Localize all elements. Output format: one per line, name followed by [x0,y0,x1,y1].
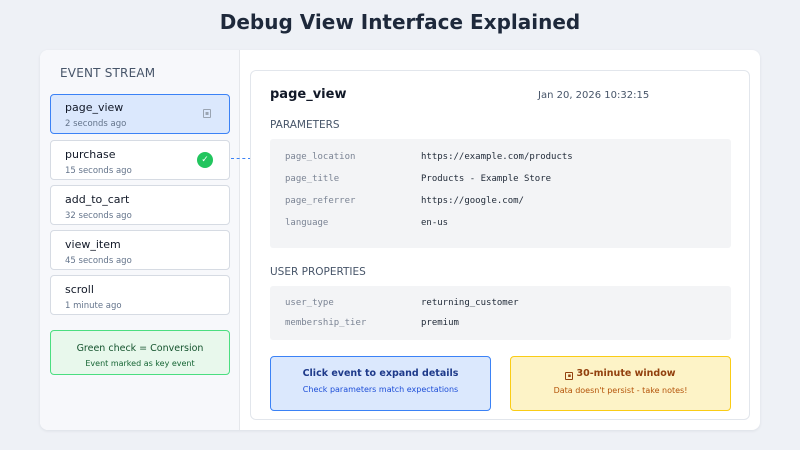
param-row: page_title Products - Example Store [285,174,715,188]
user-properties-box: user_type returning_customer membership_… [270,286,731,340]
conversion-legend: Green check = Conversion Event marked as… [50,330,230,375]
legend-subtitle: Event marked as key event [85,359,195,368]
event-item-scroll[interactable]: scroll 1 minute ago [50,275,230,315]
connector-line [231,158,251,159]
event-item-purchase[interactable]: purchase 15 seconds ago ✓ [50,140,230,180]
event-name: page_view [65,101,124,114]
param-key: page_location [285,152,356,162]
user-property-value: premium [421,318,459,328]
event-name: add_to_cart [65,193,130,206]
callout-subtitle: Check parameters match expectations [302,385,459,394]
event-name: view_item [65,238,121,251]
param-value: https://google.com/ [421,196,524,206]
event-name: purchase [65,148,116,161]
event-name: scroll [65,283,94,296]
event-time: 45 seconds ago [65,256,132,266]
param-row: language en-us [285,218,715,232]
param-row: page_referrer https://google.com/ [285,196,715,210]
param-key: page_referrer [285,196,356,206]
detail-event-name: page_view [270,87,347,102]
user-properties-label: USER PROPERTIES [270,266,366,278]
param-row: page_location https://example.com/produc… [285,152,715,166]
event-time: 32 seconds ago [65,211,132,221]
user-property-value: returning_customer [421,298,519,308]
event-item-add-to-cart[interactable]: add_to_cart 32 seconds ago [50,185,230,225]
event-time: 15 seconds ago [65,166,132,176]
check-icon: ✓ [197,152,213,168]
param-key: language [285,218,329,228]
user-property-row: user_type returning_customer [285,298,715,312]
legend-title: Green check = Conversion [76,343,204,354]
expand-details-callout: Click event to expand details Check para… [270,356,491,411]
event-stream-title: EVENT STREAM [60,66,156,80]
callout-title-text: 30-minute window [576,368,676,379]
param-value: en-us [421,218,449,228]
callout-title: Click event to expand details [302,368,459,379]
event-detail-panel: page_view Jan 20, 2026 10:32:15 PARAMETE… [250,70,750,420]
param-value: Products - Example Store [421,174,552,184]
event-item-view-item[interactable]: view_item 45 seconds ago [50,230,230,270]
param-value: https://example.com/products [421,152,573,162]
user-property-key: user_type [285,298,334,308]
event-time: 2 seconds ago [65,119,127,129]
event-item-page-view[interactable]: page_view 2 seconds ago ▪ [50,94,230,134]
debug-icon: ▪ [203,109,211,118]
parameters-label: PARAMETERS [270,119,340,131]
time-window-callout: ▪ 30-minute window Data doesn't persist -… [510,356,731,411]
event-stream-sidebar: EVENT STREAM page_view 2 seconds ago ▪ p… [40,50,240,430]
param-key: page_title [285,174,340,184]
detail-timestamp: Jan 20, 2026 10:32:15 [538,90,650,101]
user-property-row: membership_tier premium [285,318,715,332]
callout-subtitle: Data doesn't persist - take notes! [553,386,688,395]
clock-icon: ▪ [565,372,574,380]
event-time: 1 minute ago [65,301,122,311]
parameters-box: page_location https://example.com/produc… [270,139,731,248]
page-title: Debug View Interface Explained [219,10,581,34]
user-property-key: membership_tier [285,318,367,328]
callout-title: ▪ 30-minute window [511,368,730,380]
